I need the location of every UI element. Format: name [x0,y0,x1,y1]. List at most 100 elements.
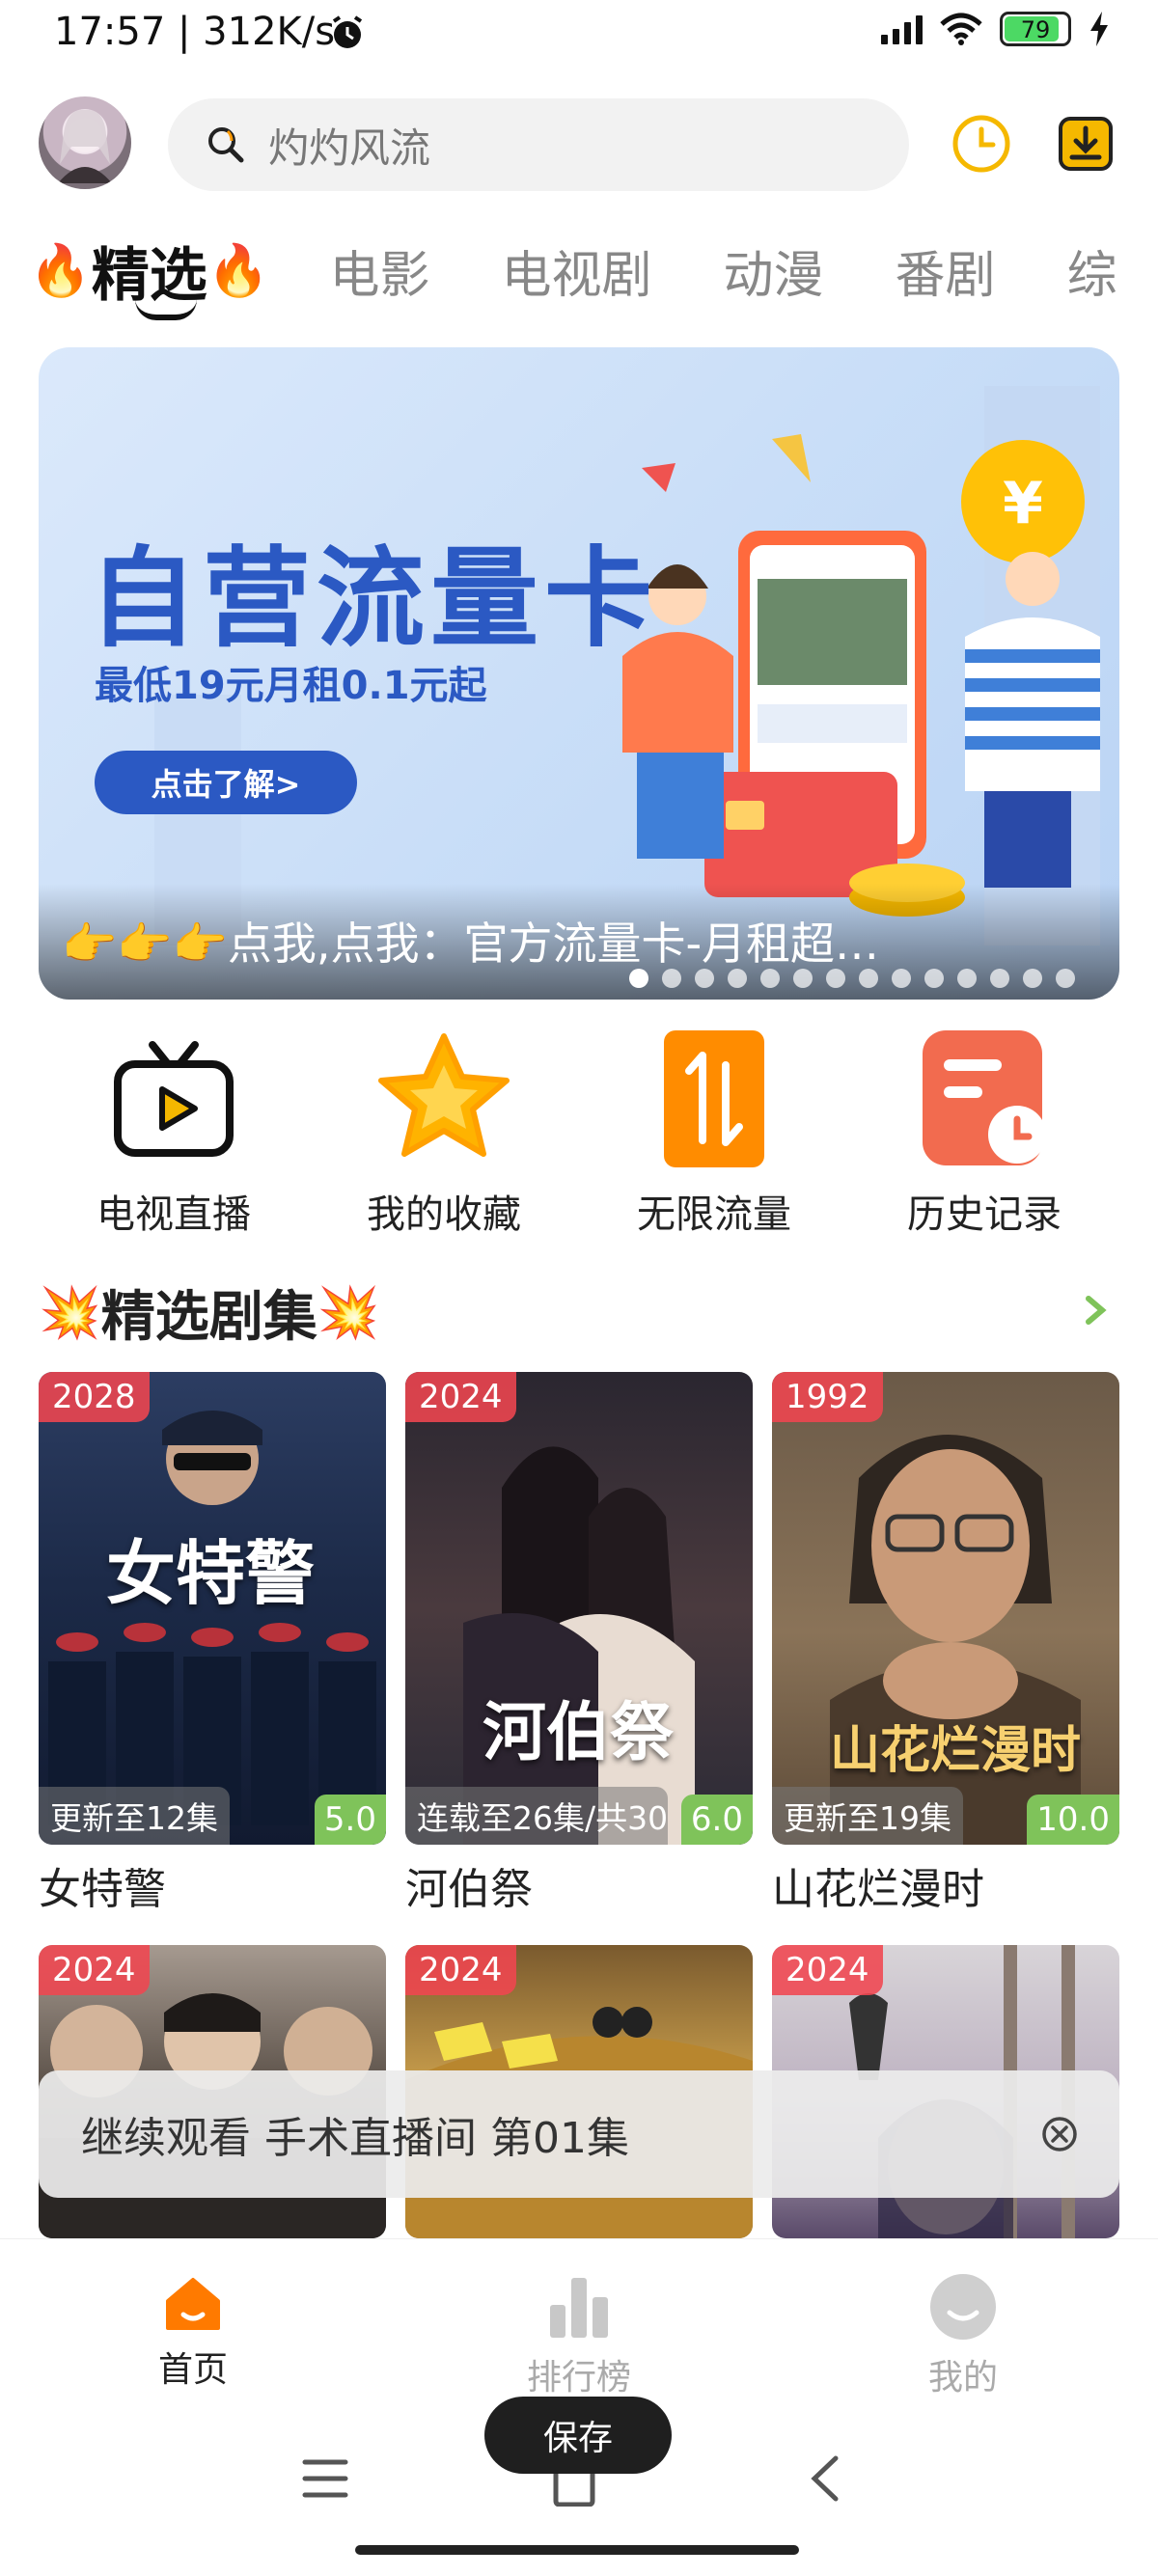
episode-status: 连载至26集/共30 [405,1787,668,1845]
clock-icon [952,115,1010,173]
shortcut-favorites[interactable]: 我的收藏 [309,1027,579,1248]
tab-variety[interactable]: 综 [1067,234,1117,307]
poster-title-art: 女特警 [106,1532,316,1614]
pagination-dot[interactable] [793,969,813,988]
search-icon [208,127,244,163]
pagination-dot[interactable] [695,969,714,988]
back-icon[interactable] [807,2454,841,2503]
shortcut-tv-live[interactable]: 电视直播 [39,1027,309,1248]
tv-play-icon [114,1041,234,1157]
status-time: 17:57 | 312K/s [54,10,336,54]
shortcut-history[interactable]: 历史记录 [849,1027,1119,1248]
poster: 山花烂漫时 1992 更新至19集 10.0 [772,1372,1119,1845]
banner-caption: 👉👉👉点我,点我：官方流量卡-月租超… [62,918,880,970]
star-icon [378,1033,510,1157]
pagination-dot[interactable] [892,969,911,988]
year-badge: 1992 [772,1372,883,1422]
download-icon [1059,117,1113,171]
rating-badge: 10.0 [1027,1795,1119,1845]
series-title: 河伯祭 [405,1865,533,1914]
fire-icon: 🔥 [207,241,270,300]
tab-anime[interactable]: 动漫 [724,234,824,307]
nav-label: 排行榜 [526,2358,631,2398]
shortcut-unlimited-traffic[interactable]: 无限流量 [579,1027,849,1248]
pagination-dot[interactable] [760,969,780,988]
episode-status: 更新至19集 [772,1787,963,1845]
wifi-icon [940,13,982,45]
search-placeholder: 灼灼风流 [268,123,431,172]
year-badge: 2024 [39,1945,150,1995]
svg-text:¥: ¥ [1003,470,1043,537]
close-icon[interactable] [1038,2113,1081,2155]
series-title: 女特警 [39,1865,166,1914]
home-indicator[interactable] [355,2545,799,2555]
nav-ranking[interactable]: 排行榜 [482,2272,676,2399]
history-button[interactable] [948,110,1015,178]
bar-chart-icon [550,2278,608,2338]
charging-icon [1090,12,1108,46]
continue-watching-bar[interactable]: 继续观看 手术直播间 第01集 [39,2070,1119,2198]
pagination-dot[interactable] [662,969,681,988]
pagination-dot[interactable] [924,969,944,988]
banner-learn-more-button[interactable]: 点击了解> [95,751,357,814]
year-badge: 2024 [772,1945,883,1995]
poster: 女特警 2028 更新至12集 5.0 [39,1372,386,1845]
rating-badge: 5.0 [314,1795,386,1845]
tab-bangumi[interactable]: 番剧 [896,234,996,307]
nav-label: 首页 [157,2350,228,2390]
poster-art [463,1446,695,1845]
alarm-icon [332,15,363,48]
poster-title-art: 山花烂漫时 [830,1721,1082,1780]
history-icon [923,1030,1046,1165]
pagination-dot[interactable] [826,969,845,988]
shortcut-label: 无限流量 [637,1192,791,1237]
home-button-icon[interactable] [552,2470,596,2507]
pagination-dot[interactable] [728,969,747,988]
bottom-navigation: 首页 排行榜 我的 [0,2238,1158,2412]
shortcut-label: 电视直播 [96,1192,251,1237]
system-navigation [0,2431,1158,2537]
battery-icon: 79 [1000,12,1071,46]
series-card[interactable]: 女特警 2028 更新至12集 5.0 女特警 [39,1372,386,1916]
episode-status: 更新至12集 [39,1787,230,1845]
pagination-dot[interactable] [1023,969,1042,988]
rating-badge: 6.0 [680,1795,753,1845]
series-card[interactable]: 山花烂漫时 1992 更新至19集 10.0 山花烂漫时 [772,1372,1119,1916]
burst-icon: 💥 [317,1283,380,1342]
section-header: 💥 精选剧集 💥 [39,1274,1119,1351]
status-icons: 79 [881,12,1110,46]
profile-face-icon [930,2274,996,2340]
signal-icon [881,14,923,44]
home-icon [166,2278,220,2330]
pagination-dot[interactable] [957,969,977,988]
pagination-dot[interactable] [629,969,648,988]
series-card[interactable]: 河伯祭 2024 连载至26集/共30 6.0 河伯祭 [405,1372,753,1916]
battery-level: 79 [1020,16,1051,43]
menu-icon[interactable] [301,2456,349,2501]
series-title: 山花烂漫时 [772,1865,984,1914]
poster-title-art: 河伯祭 [482,1694,674,1769]
pagination-dot[interactable] [990,969,1009,988]
continue-watching-text: 继续观看 手术直播间 第01集 [81,2114,629,2163]
section-title: 精选剧集 [100,1285,317,1349]
tab-tv-series[interactable]: 电视剧 [502,234,652,307]
banner-subtitle: 最低19元月租0.1元起 [95,664,487,708]
chevron-right-icon[interactable] [1081,1291,1110,1329]
nav-profile[interactable]: 我的 [867,2272,1060,2399]
status-bar: 17:57 | 312K/s 79 [0,0,1158,68]
banner-pagination[interactable] [629,969,1075,988]
pagination-dot[interactable] [1056,969,1075,988]
search-input[interactable]: 灼灼风流 [168,98,909,191]
tab-movie[interactable]: 电影 [330,234,430,307]
year-badge: 2024 [405,1372,516,1422]
nav-home[interactable]: 首页 [96,2272,290,2392]
download-button[interactable] [1052,110,1119,178]
year-badge: 2028 [39,1372,150,1422]
promo-banner[interactable]: ¥ 自营流量卡 最低19元月租0.1元起 点击了解> 👉👉👉点我,点我：官方流量… [39,347,1119,1000]
category-tabs: 🔥 精选 🔥 电影 电视剧 动漫 番剧 综 [29,222,1158,318]
pagination-dot[interactable] [859,969,878,988]
shortcut-grid: 电视直播 我的收藏 无限流量 历史记录 [39,1027,1119,1248]
shortcut-label: 历史记录 [907,1192,1062,1237]
shortcut-label: 我的收藏 [367,1192,521,1237]
avatar[interactable] [39,96,131,189]
